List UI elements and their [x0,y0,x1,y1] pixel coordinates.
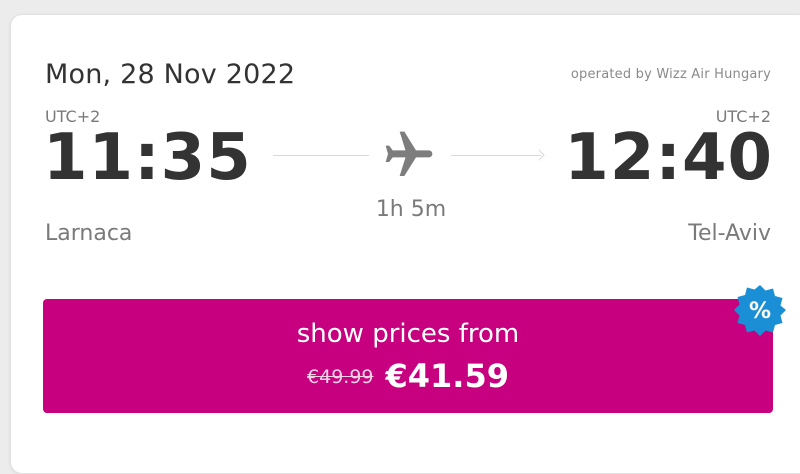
flight-date: Mon, 28 Nov 2022 [45,59,296,90]
arrival-time: 12:40 [564,121,773,195]
departure-city: Larnaca [45,221,133,246]
discount-badge-symbol: % [749,299,771,324]
airplane-icon [385,131,433,176]
departure-time: 11:35 [43,121,252,195]
current-price: €41.59 [385,357,509,395]
show-prices-button[interactable]: show prices from €49.99 €41.59 [43,299,773,413]
operator-text: operated by Wizz Air Hungary [570,67,771,82]
old-price: €49.99 [307,366,374,388]
discount-badge-icon: % [734,285,786,336]
arrow-right-icon [533,149,545,161]
show-prices-label: show prices from [296,319,520,349]
route-line-right [451,155,541,156]
route-line-left [273,155,369,156]
price-row: €49.99 €41.59 [43,357,773,395]
arrival-city: Tel-Aviv [688,221,771,246]
flight-card: Mon, 28 Nov 2022 operated by Wizz Air Hu… [10,14,800,474]
flight-duration: 1h 5m [375,197,447,222]
